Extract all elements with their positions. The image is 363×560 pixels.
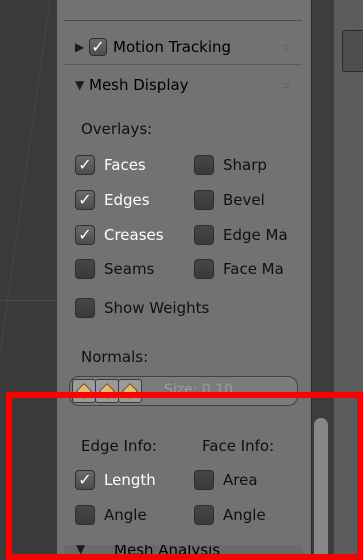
edges-label: Edges xyxy=(104,191,150,209)
creases-label: Creases xyxy=(104,226,164,244)
vertex-normals-icon xyxy=(76,383,92,399)
viewport-grid-line xyxy=(0,300,57,301)
split-normals-button[interactable] xyxy=(95,379,119,403)
area-label: Area xyxy=(223,471,258,489)
edges-checkbox-row[interactable]: ✓ Edges xyxy=(75,190,150,210)
edge-info-label: Edge Info: xyxy=(81,437,157,455)
collapsed-triangle-icon[interactable]: ▶ xyxy=(75,40,89,54)
split-normals-icon xyxy=(99,383,115,399)
edges-checkbox[interactable]: ✓ xyxy=(75,190,95,210)
edge-angle-checkbox-row[interactable]: Angle xyxy=(75,505,147,525)
mesh-analysis-panel-header[interactable]: ▼ Mesh Analysis xyxy=(64,545,302,560)
normals-toolbar: Size: 0.10 xyxy=(69,376,298,406)
show-weights-label: Show Weights xyxy=(104,299,210,317)
area-checkbox[interactable] xyxy=(194,470,214,490)
face-angle-label: Angle xyxy=(223,506,266,524)
sharp-label: Sharp xyxy=(223,156,267,174)
face-angle-checkbox-row[interactable]: Angle xyxy=(194,505,266,525)
face-marks-label: Face Ma xyxy=(223,260,284,278)
drag-grip-icon[interactable]: ::: xyxy=(283,80,291,91)
edge-marks-checkbox-row[interactable]: Edge Ma xyxy=(194,225,288,245)
creases-checkbox[interactable]: ✓ xyxy=(75,225,95,245)
show-weights-checkbox-row[interactable]: Show Weights xyxy=(75,298,209,318)
bevel-label: Bevel xyxy=(223,191,265,209)
area-checkbox-row[interactable]: Area xyxy=(194,470,258,490)
collapsed-triangle-icon[interactable]: ▼ xyxy=(76,545,85,556)
normals-label: Normals: xyxy=(81,348,149,366)
mesh-display-panel-header[interactable]: ▼ Mesh Display ::: xyxy=(64,68,302,102)
edge-marks-label: Edge Ma xyxy=(223,226,288,244)
expanded-triangle-icon[interactable]: ▼ xyxy=(75,78,89,92)
edge-angle-label: Angle xyxy=(104,506,147,524)
seams-label: Seams xyxy=(104,260,155,278)
panel-divider xyxy=(64,20,302,21)
face-marks-checkbox-row[interactable]: Face Ma xyxy=(194,259,284,279)
vertex-normals-button[interactable] xyxy=(72,379,96,403)
length-label: Length xyxy=(104,471,156,489)
faces-label: Faces xyxy=(104,156,146,174)
viewport-grid-line xyxy=(0,0,51,560)
show-weights-checkbox[interactable] xyxy=(75,298,95,318)
length-checkbox-row[interactable]: ✓ Length xyxy=(75,470,156,490)
mesh-analysis-label: Mesh Analysis xyxy=(114,545,221,559)
creases-checkbox-row[interactable]: ✓ Creases xyxy=(75,225,164,245)
drag-grip-icon[interactable]: ::: xyxy=(283,42,291,53)
region-toggle-button[interactable] xyxy=(342,30,363,72)
seams-checkbox-row[interactable]: Seams xyxy=(75,259,154,279)
faces-checkbox[interactable]: ✓ xyxy=(75,155,95,175)
face-info-label: Face Info: xyxy=(202,437,275,455)
face-normals-icon xyxy=(122,383,138,399)
face-marks-checkbox[interactable] xyxy=(194,259,214,279)
faces-checkbox-row[interactable]: ✓ Faces xyxy=(75,155,146,175)
bevel-checkbox-row[interactable]: Bevel xyxy=(194,190,265,210)
bevel-checkbox[interactable] xyxy=(194,190,214,210)
motion-tracking-panel-header[interactable]: ▶ ✓ Motion Tracking ::: xyxy=(64,30,302,64)
scrollbar-thumb[interactable] xyxy=(314,418,328,560)
edge-angle-checkbox[interactable] xyxy=(75,505,95,525)
overlays-label: Overlays: xyxy=(81,120,153,138)
length-checkbox[interactable]: ✓ xyxy=(75,470,95,490)
mesh-display-label: Mesh Display xyxy=(89,76,189,94)
sharp-checkbox[interactable] xyxy=(194,155,214,175)
face-normals-button[interactable] xyxy=(118,379,142,403)
motion-tracking-label: Motion Tracking xyxy=(113,38,232,56)
seams-checkbox[interactable] xyxy=(75,259,95,279)
panel-divider xyxy=(64,64,302,65)
normals-size-field[interactable]: Size: 0.10 xyxy=(164,382,233,398)
sharp-checkbox-row[interactable]: Sharp xyxy=(194,155,267,175)
face-angle-checkbox[interactable] xyxy=(194,505,214,525)
motion-tracking-checkbox[interactable]: ✓ xyxy=(89,38,107,56)
3d-viewport-area[interactable] xyxy=(0,0,57,560)
edge-marks-checkbox[interactable] xyxy=(194,225,214,245)
